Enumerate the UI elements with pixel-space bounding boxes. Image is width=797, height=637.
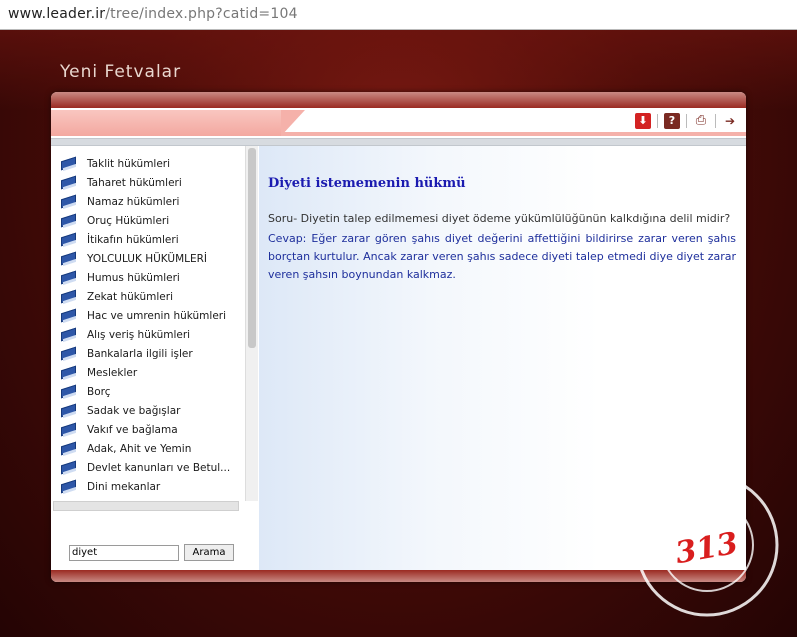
- category-item-label: Meslekler: [87, 366, 138, 379]
- url-text[interactable]: www.leader.ir/tree/index.php?catid=104: [8, 6, 298, 22]
- category-item-label: YOLCULUK HÜKÜMLERİ: [87, 252, 208, 265]
- category-item-label: Hac ve umrenin hükümleri: [87, 309, 227, 322]
- book-icon: [61, 347, 77, 360]
- category-item[interactable]: Sadak ve bağışlar: [51, 401, 243, 420]
- article-question: Soru- Diyetin talep edilmemesi diyet öde…: [268, 212, 731, 225]
- category-item-label: Alış veriş hükümleri: [87, 328, 191, 341]
- category-item[interactable]: Namaz hükümleri: [51, 192, 243, 211]
- book-icon: [61, 195, 77, 208]
- category-item-label: İtikafın hükümleri: [87, 233, 179, 246]
- category-item[interactable]: Hac ve umrenin hükümleri: [51, 306, 243, 325]
- book-icon: [61, 309, 77, 322]
- category-list: Taklit hükümleri Taharet hükümleri Namaz h…: [51, 154, 243, 494]
- book-icon: [61, 233, 77, 246]
- toolbar-tab: [51, 110, 305, 136]
- book-icon: [61, 157, 77, 170]
- watermark-number: 313: [673, 526, 741, 571]
- category-item-label: Namaz hükümleri: [87, 195, 180, 208]
- category-item-label: Adak, Ahit ve Yemin: [87, 442, 192, 455]
- book-icon: [61, 271, 77, 284]
- category-item-label: Vakıf ve bağlama: [87, 423, 178, 436]
- category-item[interactable]: Humus hükümleri: [51, 268, 243, 287]
- book-icon: [61, 290, 77, 303]
- category-item[interactable]: Taklit hükümleri: [51, 154, 243, 173]
- article-answer: Cevap: Eğer zarar gören şahıs diyet değe…: [268, 232, 736, 281]
- category-item-label: Bankalarla ilgili işler: [87, 347, 193, 360]
- category-item-label: Humus hükümleri: [87, 271, 180, 284]
- category-item[interactable]: Borç: [51, 382, 243, 401]
- book-icon: [61, 176, 77, 189]
- category-item[interactable]: Zekat hükümleri: [51, 287, 243, 306]
- category-item-label: Dini mekanlar: [87, 480, 161, 493]
- search-form: Arama: [69, 544, 234, 561]
- category-item-label: Borç: [87, 385, 111, 398]
- category-item[interactable]: Vakıf ve bağlama: [51, 420, 243, 439]
- book-icon: [61, 480, 77, 493]
- download-icon[interactable]: ⬇: [635, 113, 651, 129]
- category-item-label: Oruç Hükümleri: [87, 214, 170, 227]
- book-icon: [61, 461, 77, 474]
- category-item[interactable]: Alış veriş hükümleri: [51, 325, 243, 344]
- category-item[interactable]: Devlet kanunları ve Betul...: [51, 458, 243, 477]
- search-button[interactable]: Arama: [184, 544, 234, 561]
- print-icon[interactable]: ⎙: [693, 113, 709, 129]
- panel-top-border: [51, 92, 746, 108]
- category-item-label: Taharet hükümleri: [87, 176, 182, 189]
- book-icon: [61, 385, 77, 398]
- category-item-label: Devlet kanunları ve Betul...: [87, 461, 231, 474]
- toolbar: ⬇ ? ⎙ ➔: [51, 108, 746, 138]
- category-item-label: Taklit hükümleri: [87, 157, 171, 170]
- book-icon: [61, 442, 77, 455]
- category-item[interactable]: İtikafın hükümleri: [51, 230, 243, 249]
- book-icon: [61, 252, 77, 265]
- page-title: Yeni Fetvalar: [60, 62, 182, 82]
- exit-icon[interactable]: ➔: [722, 113, 738, 129]
- search-input[interactable]: [69, 544, 179, 561]
- category-item-label: Sadak ve bağışlar: [87, 404, 181, 417]
- book-icon: [61, 366, 77, 379]
- category-item[interactable]: YOLCULUK HÜKÜMLERİ: [51, 249, 243, 268]
- book-icon: [61, 423, 77, 436]
- help-icon[interactable]: ?: [664, 113, 680, 129]
- watermark-stamp: 313news.ir 313: [633, 470, 779, 617]
- article-title: Diyeti istememenin hükmü: [268, 176, 466, 191]
- category-sidebar: Taklit hükümleri Taharet hükümleri Namaz h…: [51, 146, 259, 570]
- book-icon: [61, 328, 77, 341]
- vertical-scrollbar[interactable]: [245, 146, 258, 501]
- scrollbar-thumb[interactable]: [248, 148, 256, 348]
- category-item[interactable]: Oruç Hükümleri: [51, 211, 243, 230]
- category-item[interactable]: Bankalarla ilgili işler: [51, 344, 243, 363]
- address-bar[interactable]: www.leader.ir/tree/index.php?catid=104: [0, 0, 797, 30]
- category-item[interactable]: Adak, Ahit ve Yemin: [51, 439, 243, 458]
- toolbar-icons: ⬇ ? ⎙ ➔: [629, 112, 738, 130]
- category-item[interactable]: Meslekler: [51, 363, 243, 382]
- category-item-label: Zekat hükümleri: [87, 290, 173, 303]
- book-icon: [61, 214, 77, 227]
- book-icon: [61, 404, 77, 417]
- horizontal-scrollbar[interactable]: [53, 501, 239, 511]
- category-item[interactable]: Taharet hükümleri: [51, 173, 243, 192]
- category-item[interactable]: Dini mekanlar: [51, 477, 243, 494]
- separator-strip: [51, 138, 746, 146]
